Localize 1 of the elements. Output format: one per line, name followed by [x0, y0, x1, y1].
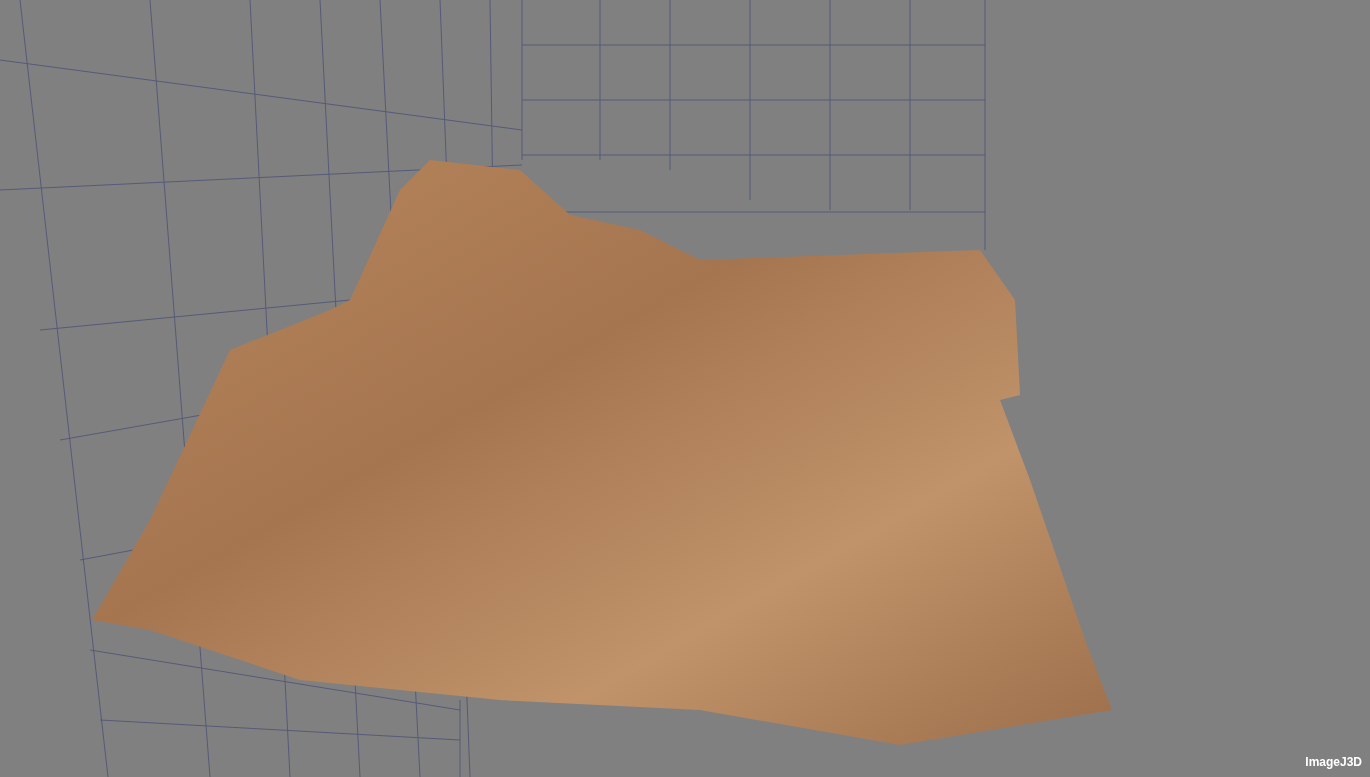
viewer-label: ImageJ3D	[1305, 754, 1362, 771]
